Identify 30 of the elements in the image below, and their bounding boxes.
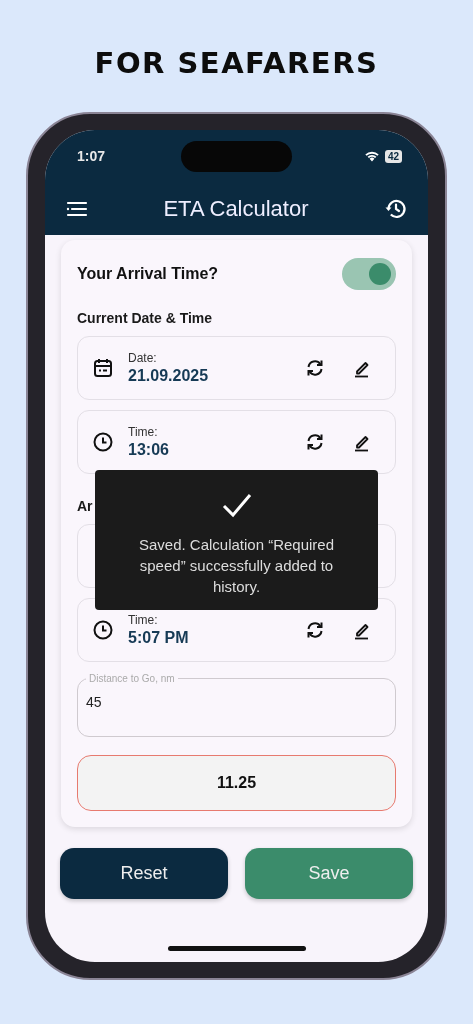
field-label: Time: xyxy=(128,425,159,439)
field-value: 21.09.2025 xyxy=(128,367,210,385)
field-label: Distance to Go, nm xyxy=(88,673,176,684)
field-value: 13:06 xyxy=(128,441,170,459)
refresh-icon[interactable] xyxy=(305,432,325,452)
section-heading: Ar xyxy=(77,498,93,514)
refresh-icon[interactable] xyxy=(305,358,325,378)
reset-button[interactable]: Reset xyxy=(60,848,228,899)
check-icon xyxy=(220,492,253,518)
result-display: 11.25 xyxy=(77,755,396,811)
picker-row[interactable]: Date: 21.09.2025 xyxy=(77,336,396,400)
clock-icon xyxy=(92,619,114,641)
field-label: Time: xyxy=(128,613,159,627)
toast-text: Saved. Calculation “Required speed” successfully added to history. xyxy=(137,535,336,597)
toggle-switch[interactable] xyxy=(342,258,396,290)
refresh-icon[interactable] xyxy=(305,620,325,640)
field-label: Date: xyxy=(128,351,158,365)
menu-icon[interactable] xyxy=(66,200,88,217)
distance-input[interactable]: Distance to Go, nm 45 xyxy=(77,673,396,737)
save-button[interactable]: Save xyxy=(245,848,413,899)
status-time: 1:07 xyxy=(77,148,106,164)
clock-icon xyxy=(92,431,114,453)
calendar-icon xyxy=(92,357,114,379)
headline: FOR SEAFARERS xyxy=(94,46,379,80)
toggle-label: Your Arrival Time? xyxy=(77,265,219,283)
field-value: 5:07 PM xyxy=(128,629,190,647)
wifi-icon xyxy=(363,150,380,162)
section-heading: Current Date & Time xyxy=(77,310,213,326)
app-title: ETA Calculator xyxy=(163,195,309,222)
battery-level: 42 xyxy=(384,149,402,163)
